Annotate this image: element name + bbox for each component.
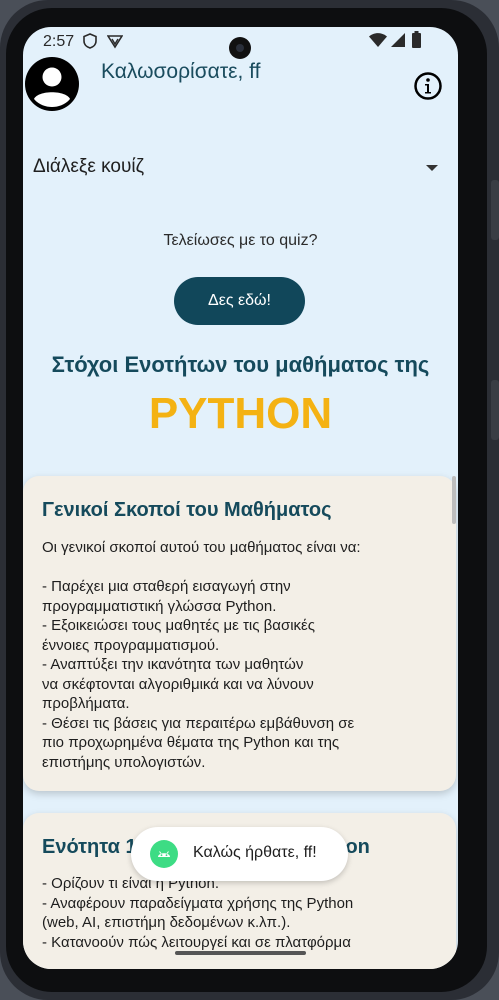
card-line: να σκέφτονται αλγοριθμικά και να λύνουν [42, 675, 314, 693]
account-circle-icon[interactable] [25, 57, 79, 111]
quiz-done-prompt: Τελείωσες με το quiz? [163, 232, 318, 249]
card-line: - Αναπτύξει την ικανότητα των μαθητών [42, 656, 304, 673]
welcome-title: Καλωσορίσατε, ff [101, 60, 261, 83]
card-line: - Θέσει τις βάσεις για περαιτέρω εμβάθυν… [42, 714, 355, 732]
scrollbar[interactable] [452, 476, 456, 524]
phone-frame: 2:57 Καλωσορίσατε, ff Διάλεξε κουίζ Τελε… [0, 0, 499, 1000]
card-line: επιστήμης υπολογιστών. [42, 753, 206, 771]
subject-title: PYTHON [148, 389, 333, 438]
card-line: (web, AI, επιστήμη δεδομένων κ.λπ.). [42, 914, 291, 931]
card-line: Οι γενικοί σκοποί αυτού του μαθήματος εί… [42, 539, 361, 556]
toast-message: Καλώς ήρθατε, ff! [193, 844, 317, 861]
battery-icon [412, 31, 421, 53]
signal-icon [391, 33, 405, 52]
volume-button [491, 380, 499, 440]
quiz-dropdown[interactable]: Διάλεξε κουίζ [33, 151, 438, 185]
card-line: προβλήματα. [42, 695, 130, 712]
card-line: - Κατανοούν πώς λειτουργεί και σε πλατφό… [42, 933, 351, 951]
card-line: έννοιες προγραμματισμού. [42, 636, 220, 654]
card-line: - Παρέχει μια σταθερή εισαγωγή στην [42, 578, 291, 595]
front-camera [229, 37, 251, 59]
power-button [491, 180, 499, 240]
card-line: - Αναφέρουν παραδείγματα χρήσης της Pyth… [42, 894, 354, 912]
wifi-icon [369, 33, 387, 52]
quiz-dropdown-value: Διάλεξε κουίζ [33, 156, 144, 177]
card-line: πιο προχωρημένα θέματα της Python και τη… [42, 734, 340, 751]
card-line: - Εξοικειώσει τους μαθητές με τις βασικέ… [42, 617, 315, 634]
app-screen: 2:57 Καλωσορίσατε, ff Διάλεξε κουίζ Τελε… [23, 27, 458, 969]
goals-title: Στόχοι Ενοτήτων του μαθήματος της [51, 352, 430, 377]
dropdown-arrow-icon [426, 165, 438, 171]
course-goals-card: Γενικοί Σκοποί του Μαθήματος Οι γενικοί … [23, 476, 456, 791]
home-indicator[interactable] [175, 951, 306, 955]
shield-icon [83, 33, 97, 54]
welcome-toast: Καλώς ήρθατε, ff! [131, 827, 348, 881]
status-time: 2:57 [43, 33, 75, 50]
card-body: Οι γενικοί σκοποί αυτού του μαθήματος εί… [42, 538, 442, 772]
card-title: Γενικοί Σκοποί του Μαθήματος [42, 499, 332, 521]
android-icon [150, 840, 178, 868]
see-here-button[interactable]: Δες εδώ! [174, 277, 305, 325]
card-line: προγραμματιστική γλώσσα Python. [42, 597, 277, 615]
card-body: - Ορίζουν τι είναι η Python. - Αναφέρουν… [42, 874, 442, 952]
card-spacer [42, 558, 442, 578]
vpn-icon [106, 33, 124, 54]
info-icon[interactable] [413, 71, 443, 101]
